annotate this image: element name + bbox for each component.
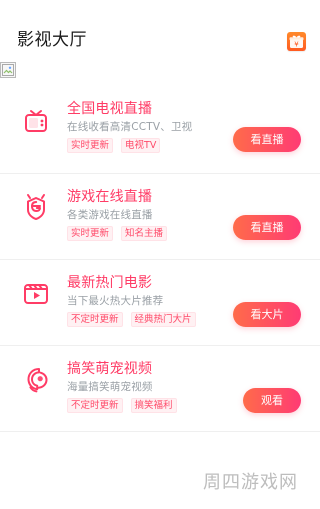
watch-movies-button[interactable]: 看大片 <box>233 302 301 327</box>
card-description: 各类游戏在线直播 <box>67 209 153 221</box>
card-funny-pets: 搞笑萌宠视频 海量搞笑萌宠视频 不定时更新 搞笑福利 观看 <box>0 346 320 432</box>
tag: 不定时更新 <box>67 312 123 327</box>
card-tags: 实时更新 电视TV <box>67 138 161 153</box>
film-play-icon <box>20 277 52 309</box>
card-title: 最新热门电影 <box>67 275 153 291</box>
card-description: 海量搞笑萌宠视频 <box>67 381 153 393</box>
tag: 不定时更新 <box>67 398 123 413</box>
card-tags: 不定时更新 经典热门大片 <box>67 312 196 327</box>
broken-image-icon <box>0 62 16 78</box>
card-title: 搞笑萌宠视频 <box>67 361 153 377</box>
gift-icon-symbol: ¥ <box>294 41 299 49</box>
watch-live-button[interactable]: 看直播 <box>233 215 301 240</box>
gift-icon[interactable]: ¥ <box>287 32 306 51</box>
page-title: 影视大厅 <box>17 30 87 50</box>
tag: 电视TV <box>121 138 161 153</box>
card-description: 当下最火热大片推荐 <box>67 295 164 307</box>
card-tags: 不定时更新 搞笑福利 <box>67 398 177 413</box>
person-profile-icon <box>20 363 52 395</box>
card-tv-live: 全国电视直播 在线收看高清CCTV、卫视 实时更新 电视TV 看直播 <box>0 88 320 174</box>
card-tags: 实时更新 知名主播 <box>67 226 168 241</box>
card-hot-movies: 最新热门电影 当下最火热大片推荐 不定时更新 经典热门大片 看大片 <box>0 260 320 346</box>
tag: 搞笑福利 <box>130 398 177 413</box>
tag: 实时更新 <box>67 226 114 241</box>
card-title: 全国电视直播 <box>67 101 153 117</box>
tv-icon <box>20 105 52 137</box>
card-title: 游戏在线直播 <box>67 189 153 205</box>
card-description: 在线收看高清CCTV、卫视 <box>67 121 193 133</box>
game-badge-icon <box>20 191 52 223</box>
watermark: 周四游戏网 <box>203 472 298 493</box>
watch-button[interactable]: 观看 <box>243 388 301 413</box>
tag: 实时更新 <box>67 138 114 153</box>
watch-live-button[interactable]: 看直播 <box>233 127 301 152</box>
card-game-live: 游戏在线直播 各类游戏在线直播 实时更新 知名主播 看直播 <box>0 174 320 260</box>
gift-icon-graphic: ¥ <box>289 35 304 49</box>
tag: 经典热门大片 <box>130 312 196 327</box>
tag: 知名主播 <box>121 226 168 241</box>
app-header: 影视大厅 ¥ <box>0 0 320 60</box>
